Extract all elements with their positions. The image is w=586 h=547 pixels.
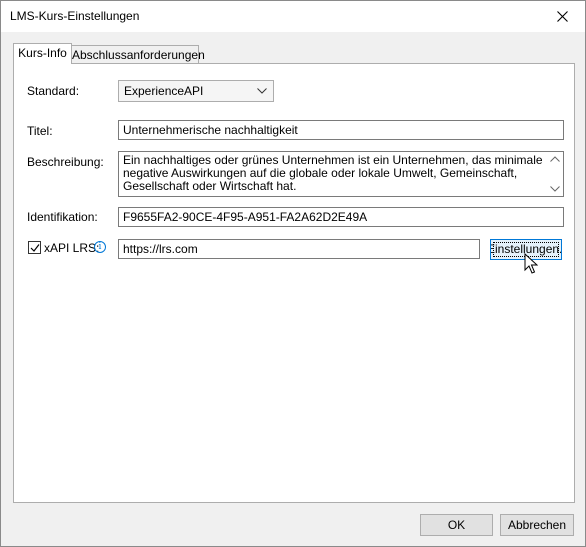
mouse-pointer-icon: [524, 253, 538, 274]
tab-abschlussanforderungen[interactable]: Abschlussanforderungen: [72, 45, 205, 63]
close-button[interactable]: [539, 1, 585, 32]
standard-select[interactable]: ExperienceAPI: [118, 80, 274, 102]
chevron-down-icon: [257, 88, 267, 94]
description-label: Beschreibung:: [27, 155, 104, 169]
standard-label: Standard:: [27, 84, 80, 98]
info-icon[interactable]: i: [94, 241, 106, 253]
identification-input[interactable]: [118, 207, 564, 227]
tab-kurs-info[interactable]: Kurs-Info: [13, 43, 72, 64]
title-input[interactable]: [118, 120, 564, 140]
standard-selected-value: ExperienceAPI: [124, 84, 204, 98]
title-bar: LMS-Kurs-Einstellungen: [1, 1, 585, 32]
window-title: LMS-Kurs-Einstellungen: [10, 9, 140, 23]
close-icon: [556, 11, 568, 22]
cancel-button[interactable]: Abbrechen: [500, 514, 574, 536]
lms-settings-dialog: LMS-Kurs-Einstellungen Abschlussanforder…: [0, 0, 586, 547]
ok-button[interactable]: OK: [420, 514, 493, 536]
description-textarea[interactable]: Ein nachhaltiges oder grünes Unternehmen…: [118, 151, 564, 197]
lrs-url-input[interactable]: [118, 239, 480, 259]
xapi-lrs-label[interactable]: xAPI LRS:: [44, 241, 99, 255]
check-icon: [30, 244, 40, 252]
identification-label: Identifikation:: [27, 210, 98, 224]
description-text: Ein nachhaltiges oder grünes Unternehmen…: [123, 153, 543, 193]
scroll-up-icon[interactable]: [550, 156, 560, 162]
title-label: Titel:: [27, 124, 53, 138]
scroll-down-icon[interactable]: [550, 186, 560, 192]
xapi-lrs-checkbox[interactable]: [28, 241, 41, 254]
